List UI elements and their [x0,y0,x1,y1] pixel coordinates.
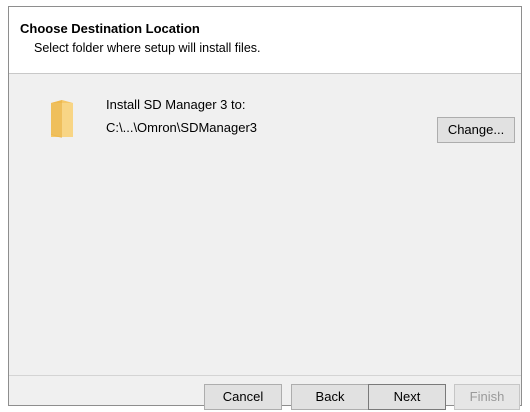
back-button[interactable]: Back [291,384,369,410]
folder-icon [51,100,73,138]
footer-divider [9,375,521,376]
page-subtitle: Select folder where setup will install f… [34,41,261,55]
setup-dialog: Choose Destination Location Select folde… [8,6,522,410]
next-button[interactable]: Next [368,384,446,410]
install-location-label: Install SD Manager 3 to: [106,97,246,112]
change-button[interactable]: Change... [437,117,515,143]
finish-button[interactable]: Finish [454,384,520,410]
install-path-value: C:\...\Omron\SDManager3 [106,120,257,135]
cancel-button[interactable]: Cancel [204,384,282,410]
dialog-header: Choose Destination Location Select folde… [9,7,521,74]
page-title: Choose Destination Location [20,21,200,36]
